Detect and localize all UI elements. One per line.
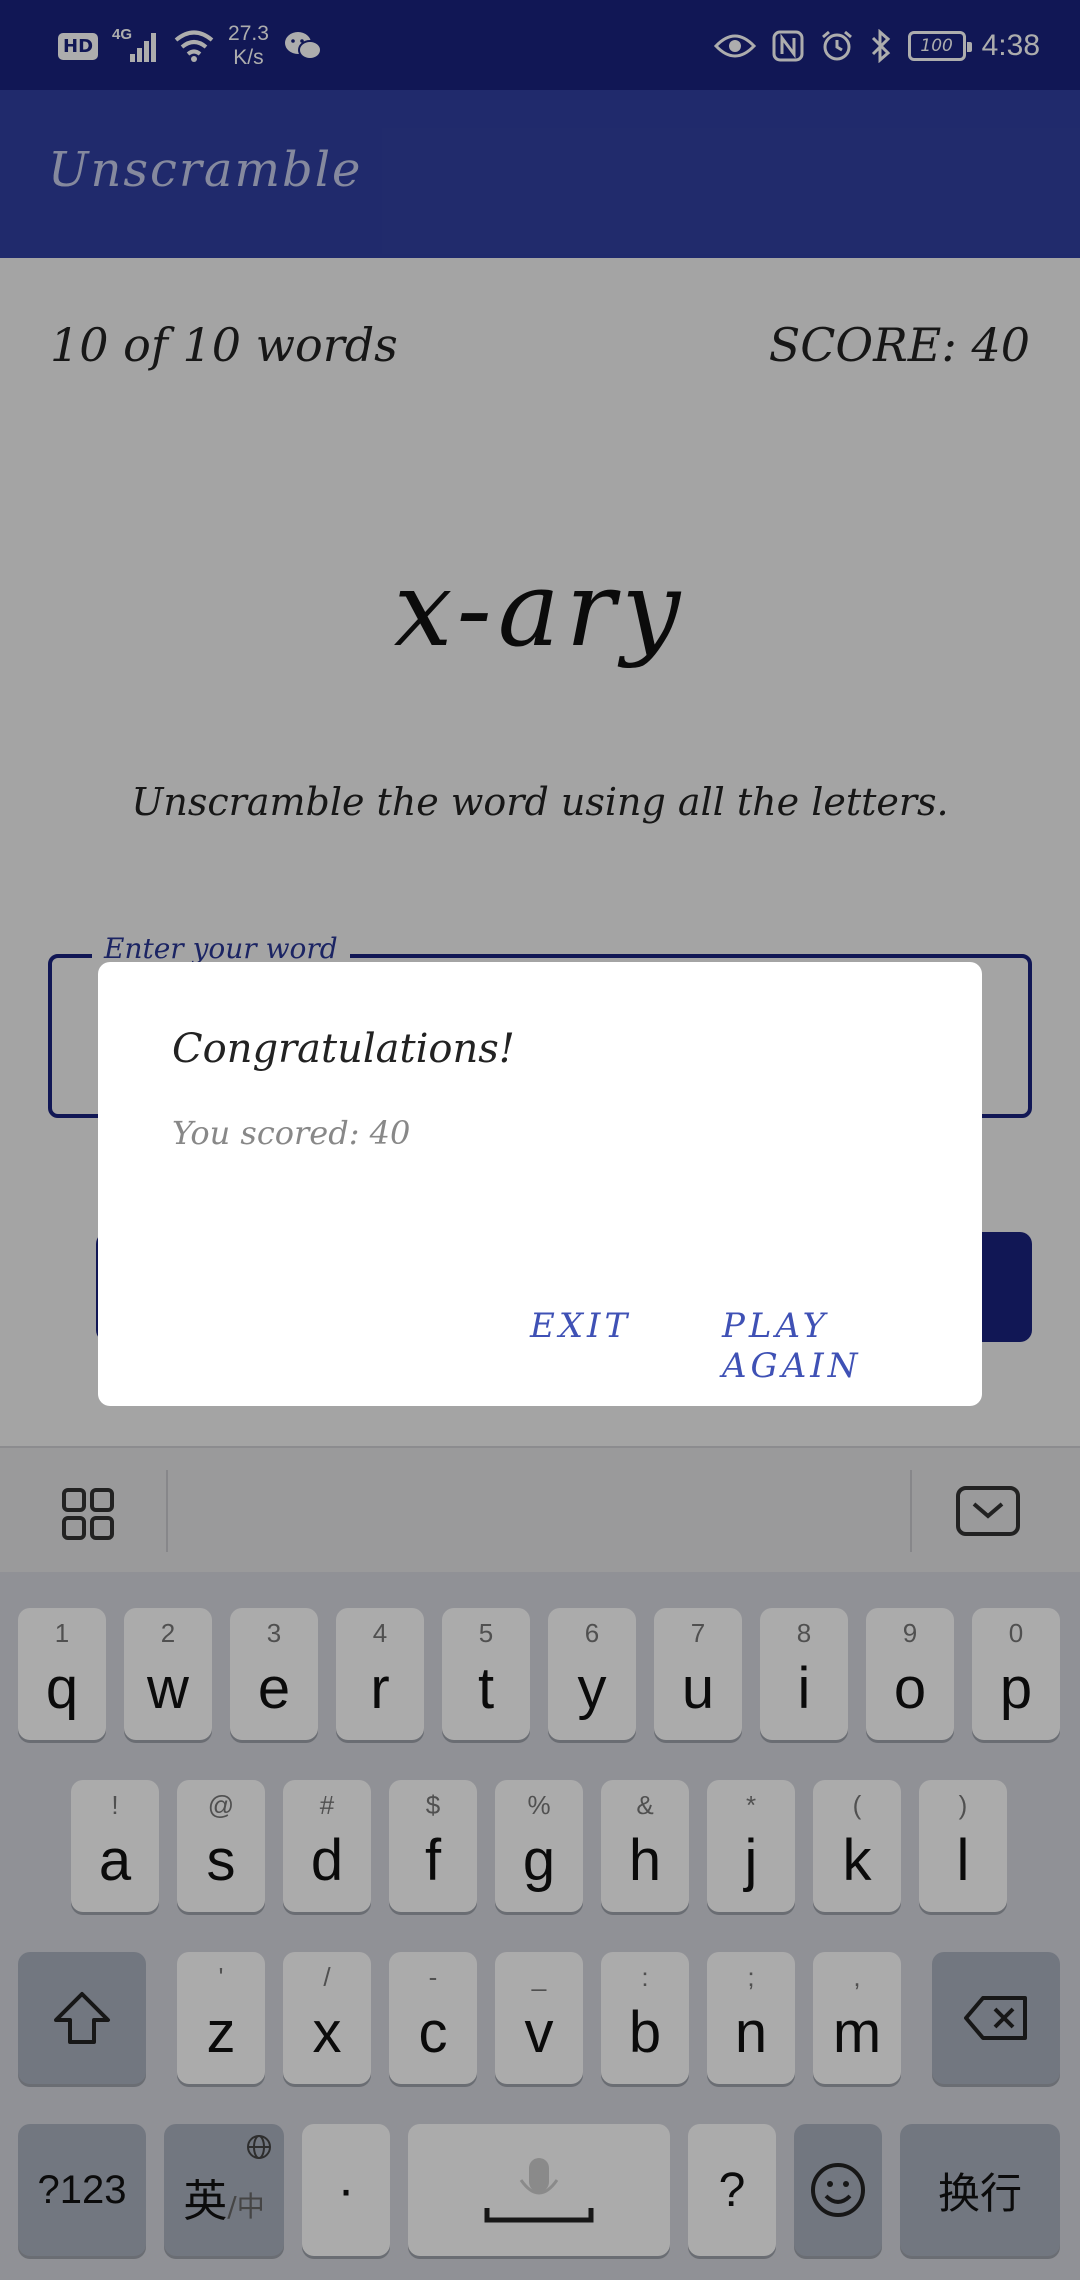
dialog-message: You scored: 40 xyxy=(172,1114,411,1152)
dialog-title: Congratulations! xyxy=(172,1026,515,1072)
exit-button[interactable]: EXIT xyxy=(530,1306,631,1346)
score-dialog: Congratulations! You scored: 40 EXIT PLA… xyxy=(98,962,982,1406)
play-again-button[interactable]: PLAY AGAIN xyxy=(722,1306,982,1386)
